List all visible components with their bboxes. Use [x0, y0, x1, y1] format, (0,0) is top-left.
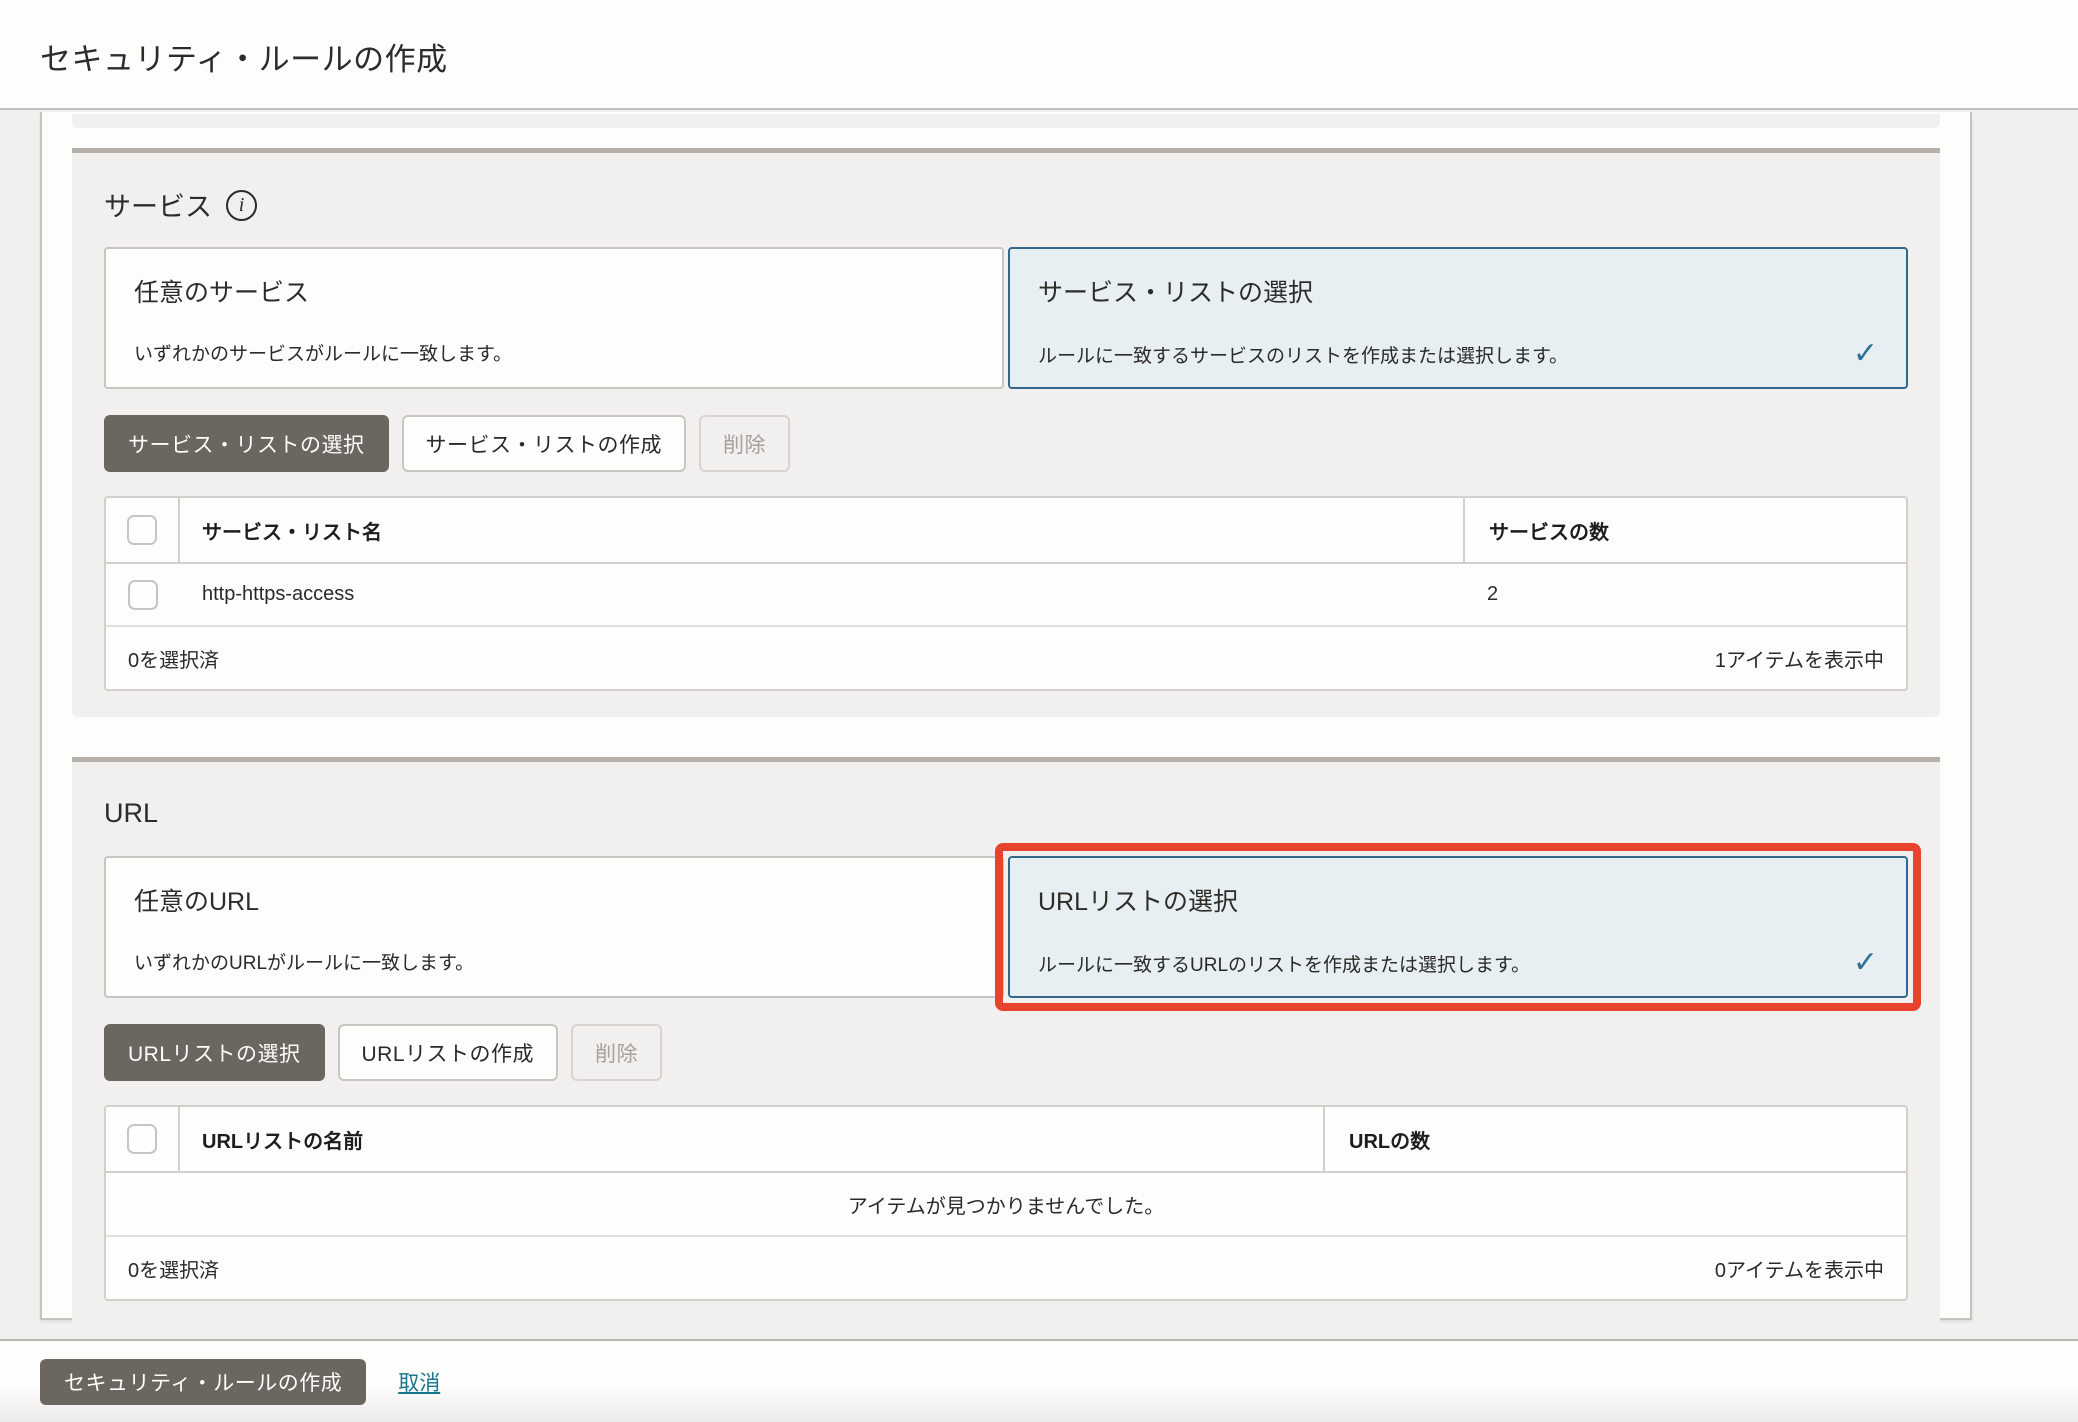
- select-url-list-button[interactable]: URLリストの選択: [104, 1024, 325, 1081]
- showing-count-label: 1アイテムを表示中: [1715, 644, 1884, 673]
- option-card-title: サービス・リストの選択: [1038, 273, 1878, 309]
- option-card-title: 任意のサービス: [134, 273, 974, 309]
- service-list-name-header: サービス・リスト名: [180, 498, 1463, 562]
- option-card-description: ルールに一致するURLのリストを作成または選択します。: [1038, 950, 1530, 977]
- page-header: セキュリティ・ルールの作成: [0, 0, 2078, 110]
- previous-section-edge: [72, 114, 1940, 128]
- table-row[interactable]: http-https-access 2: [106, 564, 1906, 627]
- selected-count-label: 0を選択済: [128, 644, 219, 673]
- selected-check-icon: ✓: [1853, 339, 1878, 369]
- create-service-list-button[interactable]: サービス・リストの作成: [402, 415, 687, 472]
- url-table-footer: 0を選択済 0アイテムを表示中: [106, 1237, 1906, 1299]
- option-card-any-service[interactable]: 任意のサービス いずれかのサービスがルールに一致します。: [104, 247, 1004, 389]
- main-panel: サービス i 任意のサービス いずれかのサービスがルールに一致します。 サービス…: [40, 112, 1972, 1320]
- option-card-select-service-list[interactable]: サービス・リストの選択 ルールに一致するサービスのリストを作成または選択します。…: [1008, 247, 1908, 389]
- info-icon[interactable]: i: [226, 190, 257, 221]
- create-security-rule-button[interactable]: セキュリティ・ルールの作成: [40, 1359, 366, 1405]
- service-list-toolbar: サービス・リストの選択 サービス・リストの作成 削除: [104, 415, 1908, 472]
- service-option-cards: 任意のサービス いずれかのサービスがルールに一致します。 サービス・リストの選択…: [104, 247, 1908, 389]
- selected-check-icon: ✓: [1853, 948, 1878, 978]
- service-section-title: サービス: [104, 185, 212, 224]
- delete-service-list-button: 削除: [699, 415, 790, 472]
- red-highlight-annotation: [995, 843, 1921, 1011]
- create-url-list-button[interactable]: URLリストの作成: [338, 1024, 559, 1081]
- page-title: セキュリティ・ルールの作成: [0, 0, 2078, 79]
- url-list-table: URLリストの名前 URLの数 アイテムが見つかりませんでした。 0を選択済 0…: [104, 1105, 1908, 1301]
- service-table-header: サービス・リスト名 サービスの数: [106, 498, 1906, 564]
- row-checkbox[interactable]: [128, 580, 158, 610]
- url-table-header: URLリストの名前 URLの数: [106, 1107, 1906, 1173]
- option-card-description: いずれかのサービスがルールに一致します。: [134, 339, 512, 366]
- url-section: URL 任意のURL いずれかのURLがルールに一致します。 URLリストの選択…: [72, 757, 1940, 1327]
- url-list-toolbar: URLリストの選択 URLリストの作成 削除: [104, 1024, 1908, 1081]
- service-list-table: サービス・リスト名 サービスの数 http-https-access 2 0を選…: [104, 496, 1908, 691]
- service-list-name-cell: http-https-access: [180, 564, 1463, 625]
- option-card-select-url-list[interactable]: URLリストの選択 ルールに一致するURLのリストを作成または選択します。 ✓: [1008, 856, 1908, 998]
- service-count-cell: 2: [1463, 564, 1906, 625]
- url-section-title: URL: [104, 798, 158, 829]
- cancel-link[interactable]: 取消: [398, 1367, 440, 1397]
- select-all-checkbox[interactable]: [127, 515, 157, 545]
- showing-count-label: 0アイテムを表示中: [1715, 1254, 1884, 1283]
- option-card-any-url[interactable]: 任意のURL いずれかのURLがルールに一致します。: [104, 856, 1004, 998]
- url-count-header: URLの数: [1323, 1107, 1906, 1171]
- url-list-name-header: URLリストの名前: [180, 1107, 1323, 1171]
- service-table-footer: 0を選択済 1アイテムを表示中: [106, 627, 1906, 689]
- option-card-description: ルールに一致するサービスのリストを作成または選択します。: [1038, 341, 1568, 368]
- url-option-cards: 任意のURL いずれかのURLがルールに一致します。 URLリストの選択 ルール…: [104, 856, 1908, 998]
- empty-state-message: アイテムが見つかりませんでした。: [106, 1173, 1906, 1237]
- service-section: サービス i 任意のサービス いずれかのサービスがルールに一致します。 サービス…: [72, 148, 1940, 717]
- service-count-header: サービスの数: [1463, 498, 1906, 562]
- option-card-title: URLリストの選択: [1038, 882, 1878, 918]
- delete-url-list-button: 削除: [571, 1024, 662, 1081]
- option-card-title: 任意のURL: [134, 882, 974, 918]
- select-all-checkbox[interactable]: [127, 1124, 157, 1154]
- option-card-description: いずれかのURLがルールに一致します。: [134, 948, 474, 975]
- select-service-list-button[interactable]: サービス・リストの選択: [104, 415, 389, 472]
- action-footer: セキュリティ・ルールの作成 取消: [0, 1339, 2078, 1422]
- selected-count-label: 0を選択済: [128, 1254, 219, 1283]
